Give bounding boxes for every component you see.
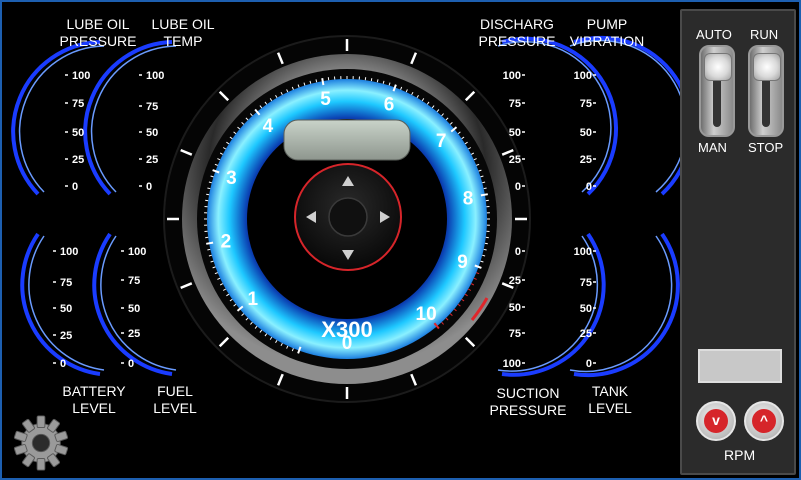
tach-number-10: 10 [416, 304, 437, 325]
gear-icon[interactable] [12, 414, 70, 472]
discharge-pressure-tick-label: 0 [515, 181, 521, 193]
lube-oil-pressure-gauge [11, 40, 105, 196]
battery-level-tick-label: 100 [60, 246, 78, 258]
run-stop-toggle[interactable] [748, 45, 784, 137]
battery-level-title: BATTERY LEVEL [62, 383, 126, 416]
control-panel: AUTO RUN MAN STOP v ^ RPM [680, 9, 796, 475]
pump-vibration-tick-label: 0 [586, 181, 592, 193]
suction-pressure-tick-label: 0 [515, 246, 521, 258]
pump-vibration-title: PUMP VIBRATION [569, 16, 645, 49]
tank-level-tick-label: 100 [574, 246, 592, 258]
tach-tick [321, 78, 325, 86]
lube-oil-pressure-title: LUBE OIL PRESSURE [59, 16, 137, 49]
tach-number-4: 4 [263, 116, 274, 137]
suction-pressure-tick-label: 50 [509, 302, 521, 314]
run-label: RUN [750, 27, 779, 42]
tach-number-8: 8 [463, 189, 474, 210]
tach-tick [315, 79, 318, 83]
lube-oil-pressure-tick-label: 25 [72, 154, 84, 166]
discharge-pressure-tick-label: 25 [509, 154, 521, 166]
battery-level-tick-label: 0 [60, 358, 66, 370]
tach-tick [484, 242, 488, 245]
tank-level-tick-label: 75 [580, 277, 592, 289]
rpm-up-button[interactable]: ^ [744, 401, 784, 441]
rpm-display [698, 349, 782, 383]
pump-vibration-tick-label: 25 [580, 154, 592, 166]
fuel-level-tick-label: 75 [128, 275, 140, 287]
tach-tick [206, 241, 214, 245]
tach-number-6: 6 [384, 94, 395, 115]
pump-vibration-tick-label: 75 [580, 98, 592, 110]
tach-number-5: 5 [320, 89, 331, 110]
hmi-screen: 0 1 2 3 4 5 6 7 8 9 10 X300 100 75 50 25 0 100 75 50 25 0 10… [0, 0, 801, 480]
lube-oil-temp-tick-label: 100 [146, 70, 164, 82]
tach-number-7: 7 [436, 131, 447, 152]
suction-pressure-tick-label: 75 [509, 328, 521, 340]
fuel-level-tick-label: 50 [128, 303, 140, 315]
toggle-knob[interactable] [753, 53, 781, 81]
lube-oil-pressure-tick-label: 0 [72, 181, 78, 193]
discharge-pressure-tick-label: 75 [509, 98, 521, 110]
tank-level-title: TANK LEVEL [588, 383, 632, 416]
lube-oil-temp-tick-label: 75 [146, 101, 158, 113]
fuel-level-tick-label: 25 [128, 328, 140, 340]
man-label: MAN [698, 140, 727, 155]
battery-level-tick-label: 50 [60, 303, 72, 315]
tank-level-tick-label: 25 [580, 328, 592, 340]
lube-oil-pressure-tick-label: 75 [72, 98, 84, 110]
rpm-down-icon: v [704, 409, 728, 433]
auto-man-toggle[interactable] [699, 45, 735, 137]
stop-label: STOP [748, 140, 784, 155]
tach-lcd-display [283, 119, 411, 161]
lube-oil-temp-tick-label: 50 [146, 127, 158, 139]
lube-oil-temp-tick-label: 0 [146, 181, 152, 193]
tach-tick [376, 79, 379, 83]
tach-number-2: 2 [221, 231, 232, 252]
rpm-label: RPM [724, 447, 756, 463]
tach-tick [207, 248, 211, 251]
discharge-pressure-tick-label: 100 [503, 70, 521, 82]
tach-tick [480, 193, 488, 197]
fuel-level-tick-label: 0 [128, 358, 134, 370]
suction-pressure-title: SUCTION PRESSURE [489, 385, 567, 418]
lube-oil-temp-tick-label: 25 [146, 154, 158, 166]
tach-tick [483, 248, 487, 251]
tank-level-tick-label: 0 [586, 358, 592, 370]
discharge-pressure-title: DISCHARG PRESSURE [478, 16, 556, 49]
suction-pressure-tick-label: 25 [509, 275, 521, 287]
rpm-down-button[interactable]: v [696, 401, 736, 441]
lube-oil-pressure-tick-label: 50 [72, 127, 84, 139]
tank-level-tick-label: 50 [580, 303, 592, 315]
fuel-level-tick-label: 100 [128, 246, 146, 258]
pump-vibration-tick-label: 50 [580, 127, 592, 139]
tach-number-9: 9 [457, 252, 468, 273]
toggle-knob[interactable] [704, 53, 732, 81]
tach-number-1: 1 [248, 289, 259, 310]
battery-level-tick-label: 75 [60, 277, 72, 289]
pump-vibration-tick-label: 100 [574, 70, 592, 82]
lube-oil-temp-title: LUBE OIL TEMP [151, 16, 215, 49]
rpm-up-icon: ^ [752, 409, 776, 433]
tach-tick [207, 187, 211, 190]
lube-oil-pressure-tick-label: 100 [72, 70, 90, 82]
auto-label: AUTO [696, 27, 732, 42]
lube-oil-temp-gauge [83, 40, 177, 196]
tach-number-3: 3 [226, 168, 237, 189]
tach-tick [483, 187, 487, 190]
discharge-pressure-tick-label: 50 [509, 127, 521, 139]
tach-multiplier: X300 [321, 317, 372, 342]
tach-tick [206, 193, 210, 196]
battery-level-tick-label: 25 [60, 330, 72, 342]
suction-pressure-tick-label: 100 [503, 358, 521, 370]
tach-tick [370, 78, 373, 82]
fuel-level-title: FUEL LEVEL [153, 383, 197, 416]
